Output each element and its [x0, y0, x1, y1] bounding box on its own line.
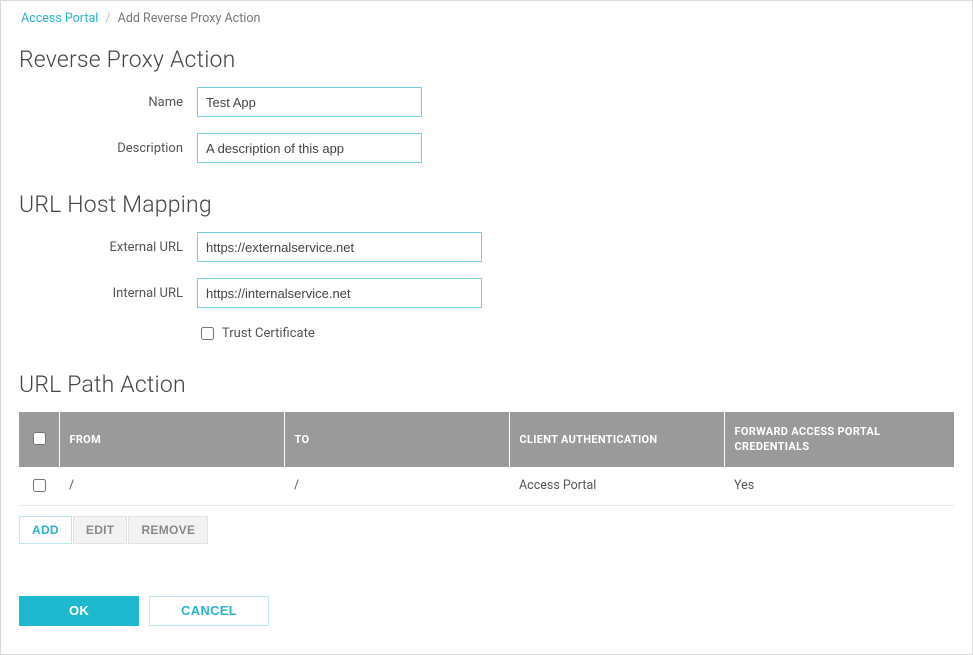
- section-title-url-path-action: URL Path Action: [19, 371, 954, 398]
- cell-from: /: [59, 467, 284, 506]
- form-row-trust-certificate: Trust Certificate: [197, 324, 954, 343]
- form-row-internal-url: Internal URL: [19, 278, 954, 308]
- cell-to: /: [284, 467, 509, 506]
- page-container: Access Portal / Add Reverse Proxy Action…: [0, 0, 973, 655]
- table-toolbar: ADD EDIT REMOVE: [19, 516, 954, 544]
- label-name: Name: [19, 95, 197, 110]
- column-header-from[interactable]: FROM: [59, 412, 284, 467]
- footer-buttons: OK CANCEL: [19, 596, 954, 626]
- input-internal-url[interactable]: [197, 278, 482, 308]
- form-row-description: Description: [19, 133, 954, 163]
- checkbox-trust-certificate[interactable]: [201, 327, 214, 340]
- form-row-name: Name: [19, 87, 954, 117]
- breadcrumb-separator: /: [105, 11, 110, 26]
- cell-client-authentication: Access Portal: [509, 467, 724, 506]
- checkbox-row[interactable]: [33, 479, 46, 492]
- remove-button[interactable]: REMOVE: [128, 516, 208, 544]
- ok-button[interactable]: OK: [19, 596, 139, 626]
- breadcrumb-current: Add Reverse Proxy Action: [118, 11, 261, 26]
- checkbox-select-all[interactable]: [33, 432, 46, 445]
- form-row-external-url: External URL: [19, 232, 954, 262]
- column-header-forward-credentials[interactable]: FORWARD ACCESS PORTAL CREDENTIALS: [724, 412, 954, 467]
- table-row[interactable]: / / Access Portal Yes: [19, 467, 954, 506]
- input-description[interactable]: [197, 133, 422, 163]
- input-external-url[interactable]: [197, 232, 482, 262]
- label-external-url: External URL: [19, 240, 197, 255]
- table-url-path-action: FROM TO CLIENT AUTHENTICATION FORWARD AC…: [19, 412, 954, 506]
- add-button[interactable]: ADD: [19, 516, 72, 544]
- cell-forward-credentials: Yes: [724, 467, 954, 506]
- breadcrumb: Access Portal / Add Reverse Proxy Action: [19, 11, 954, 32]
- cancel-button[interactable]: CANCEL: [149, 596, 269, 626]
- column-header-client-authentication[interactable]: CLIENT AUTHENTICATION: [509, 412, 724, 467]
- section-title-reverse-proxy-action: Reverse Proxy Action: [19, 46, 954, 73]
- label-trust-certificate[interactable]: Trust Certificate: [222, 326, 315, 341]
- breadcrumb-root-link[interactable]: Access Portal: [21, 11, 98, 26]
- section-title-url-host-mapping: URL Host Mapping: [19, 191, 954, 218]
- column-header-select-all: [19, 412, 59, 467]
- label-internal-url: Internal URL: [19, 286, 197, 301]
- column-header-to[interactable]: TO: [284, 412, 509, 467]
- input-name[interactable]: [197, 87, 422, 117]
- edit-button[interactable]: EDIT: [73, 516, 128, 544]
- label-description: Description: [19, 141, 197, 156]
